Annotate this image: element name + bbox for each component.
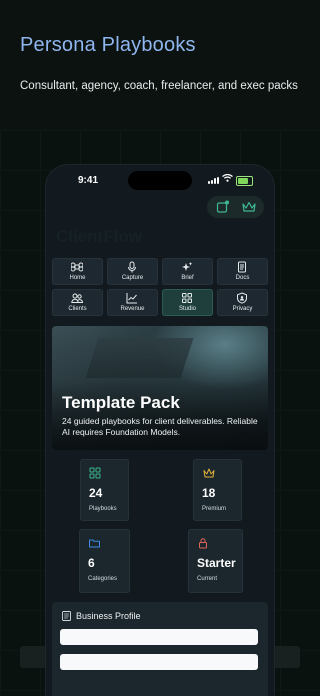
stat-categories: 6 Categories: [79, 529, 130, 593]
nav-studio[interactable]: Studio: [162, 289, 213, 316]
wifi-icon: [222, 173, 233, 184]
nav-label: Revenue: [120, 306, 145, 312]
nav-docs[interactable]: Docs: [217, 258, 268, 285]
stat-premium: 18 Premium: [193, 459, 242, 521]
nav-label: Home: [69, 275, 86, 281]
dynamic-island: [128, 171, 192, 190]
stat-value: 24: [89, 486, 103, 500]
promo-subtitle: Consultant, agency, coach, freelancer, a…: [20, 80, 298, 92]
document-icon: [238, 261, 246, 273]
nav-label: Brief: [181, 275, 194, 281]
signal-icon: [208, 177, 220, 184]
nav-revenue[interactable]: Revenue: [107, 289, 158, 316]
chart-icon: [126, 293, 137, 304]
nav-clients[interactable]: Clients: [52, 289, 103, 316]
stat-label: Premium: [202, 506, 227, 512]
status-bar: 9:41: [46, 165, 274, 197]
hero-title: Template Pack: [62, 393, 180, 412]
shield-icon: [237, 292, 247, 304]
status-time: 9:41: [78, 175, 99, 186]
crown-icon[interactable]: [241, 199, 257, 215]
nav-label: Capture: [121, 275, 144, 281]
nav-label: Docs: [235, 275, 250, 281]
stat-value: Starter: [197, 556, 236, 570]
new-item-icon[interactable]: [215, 199, 231, 215]
stat-plan: Starter Current: [188, 529, 243, 593]
nav-label: Privacy: [232, 306, 253, 312]
sparkles-icon: [182, 262, 193, 271]
business-profile-card: Business Profile: [52, 602, 268, 696]
stat-label: Categories: [88, 576, 118, 582]
stat-playbooks: 24 Playbooks: [80, 459, 129, 521]
hero-description: 24 guided playbooks for client deliverab…: [62, 416, 258, 437]
stat-label: Current: [197, 576, 218, 582]
nav-capture[interactable]: Capture: [107, 258, 158, 285]
document-icon: [62, 611, 71, 621]
battery-icon: [236, 176, 253, 186]
lock-icon: [199, 538, 207, 549]
phone-screen: 9:41 ClientFlow Home Capture Brief Docs …: [46, 165, 274, 696]
microphone-icon: [128, 261, 136, 273]
business-name-field[interactable]: [60, 629, 258, 645]
nav-privacy[interactable]: Privacy: [217, 289, 268, 316]
template-pack-banner[interactable]: Template Pack 24 guided playbooks for cl…: [52, 326, 268, 450]
grid-icon: [89, 467, 101, 479]
nav-brief[interactable]: Brief: [162, 258, 213, 285]
crown-icon: [203, 468, 215, 478]
stat-label: Playbooks: [89, 506, 117, 512]
command-icon: [71, 262, 83, 272]
stat-value: 18: [202, 486, 216, 500]
stat-value: 6: [88, 556, 95, 570]
people-icon: [71, 293, 83, 303]
business-detail-field[interactable]: [60, 654, 258, 670]
app-title: ClientFlow: [56, 227, 142, 246]
nav-label: Clients: [68, 306, 87, 312]
nav-label: Studio: [178, 306, 196, 312]
toolbar: [207, 196, 264, 218]
nav-home[interactable]: Home: [52, 258, 103, 285]
grid-icon: [182, 293, 192, 303]
profile-title: Business Profile: [76, 611, 141, 621]
promo-title: Persona Playbooks: [20, 34, 196, 56]
folder-icon: [89, 539, 100, 548]
